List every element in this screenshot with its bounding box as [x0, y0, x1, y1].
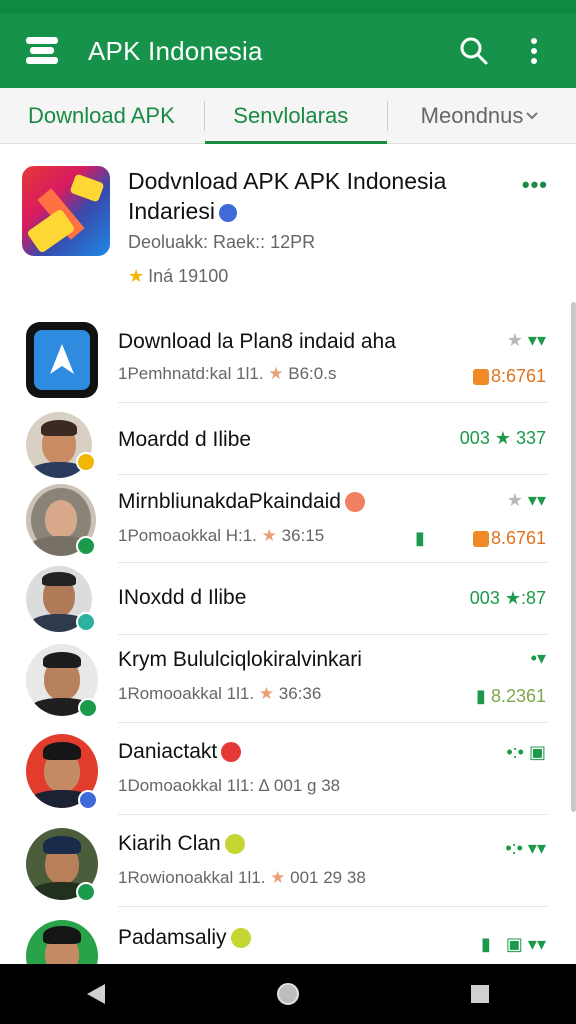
tab-selected[interactable]: Senvlolaras — [205, 88, 388, 144]
avatar-badge — [76, 612, 96, 632]
featured-subtitle: Deoluakk: Raek:: 12PR — [128, 232, 316, 252]
search-icon[interactable] — [452, 29, 496, 73]
item-title: Moardd d Ilibe — [118, 428, 252, 451]
item-title: Krym Bululciqlokiralvinkari — [118, 648, 362, 671]
item-title: INoxdd d Ilibe — [118, 586, 247, 609]
app-bar: APK Indonesia — [0, 14, 576, 88]
tab-label: Meondnus — [420, 102, 524, 128]
star-icon: ★ — [128, 266, 145, 286]
item-subtitle: 1Romooakkal 1l1. ★ 36:36 — [118, 684, 322, 703]
tab-bar: Download APK Senvlolaras Meondnus — [0, 88, 576, 144]
item-action-top: ★ ▾▾ — [506, 490, 546, 510]
item-action-top: •:• ▣ — [506, 742, 546, 762]
tab-label: Senvlolaras — [233, 102, 349, 128]
system-nav-bar — [0, 964, 576, 1024]
item-action-top: 003 ★:87 — [469, 588, 546, 608]
status-bar — [0, 0, 576, 14]
list-item[interactable]: Moardd d Ilibe 003 ★ 337 — [0, 404, 576, 478]
list-item[interactable]: Kiarih Clan 1Rowionoakkal 1l1. ★ 001 29 … — [0, 814, 576, 907]
avatar-badge — [78, 698, 98, 718]
app-icon-phone — [26, 322, 98, 398]
item-subtitle: 1Domoaokkal 1l1: ∆ 001 g 38 — [118, 776, 341, 795]
back-triangle-icon[interactable] — [66, 964, 126, 1024]
emoji-icon — [221, 742, 242, 763]
emoji-icon — [344, 492, 365, 513]
item-title: MirnbliunakdaPkaindaid — [118, 490, 365, 514]
item-title: Padamsaliy — [118, 926, 251, 950]
item-title: Download la Plan8 indaid aha — [118, 330, 396, 353]
emoji-icon — [230, 928, 251, 949]
more-vert-icon[interactable] — [512, 29, 556, 73]
item-subtitle: 1Rowionoakkal 1l1. ★ 001 29 38 — [118, 868, 366, 887]
home-circle-icon[interactable] — [258, 964, 318, 1024]
item-price: ▮ 8.6761 — [415, 528, 546, 548]
list-item[interactable]: MirnbliunakdaPkaindaid 1Pomoaokkal H:1. … — [0, 474, 576, 563]
stack-logo-icon — [24, 33, 60, 69]
list-item[interactable]: Daniactakt 1Domoaokkal 1l1: ∆ 001 g 38 •… — [0, 722, 576, 815]
item-action-top: •:• ▾▾ — [505, 838, 546, 858]
featured-rating: ★ Iná 19100 — [128, 266, 229, 286]
avatar-badge — [76, 536, 96, 556]
list-item[interactable]: Krym Bululciqlokiralvinkari 1Romooakkal … — [0, 634, 576, 723]
row-divider — [118, 402, 548, 403]
emoji-icon — [224, 834, 245, 855]
item-action-top: ▮ ▣ ▾▾ — [481, 934, 546, 954]
featured-app-card[interactable]: Dodvnload APK APK Indonesia Indariesi De… — [0, 144, 576, 304]
scrollbar[interactable] — [571, 302, 576, 812]
tab-label: Download APK — [28, 102, 175, 128]
recents-square-icon[interactable] — [450, 964, 510, 1024]
item-price: 8:6761 — [472, 366, 546, 387]
app-title: APK Indonesia — [88, 35, 263, 66]
app-list: Dodvnload APK APK Indonesia Indariesi De… — [0, 144, 576, 964]
chevron-down-icon — [526, 111, 539, 119]
featured-app-icon — [22, 166, 110, 256]
list-item[interactable]: Padamsaliy ▮ ▣ ▾▾ — [0, 906, 576, 964]
item-title: Daniactakt — [118, 740, 242, 764]
item-action-top: 003 ★ 337 — [459, 428, 546, 448]
item-action-top: ★ ▾▾ — [506, 330, 546, 350]
avatar-badge — [78, 790, 98, 810]
tab-dropdown[interactable]: Meondnus — [388, 88, 576, 144]
item-subtitle: 1Pomoaokkal H:1. ★ 36:15 — [118, 526, 325, 545]
item-subtitle: 1Pemhnatd:kal 1l1. ★ B6:0.s — [118, 364, 337, 383]
featured-title: Dodvnload APK APK Indonesia Indariesi — [128, 168, 447, 224]
verified-icon — [218, 203, 237, 222]
avatar — [26, 920, 98, 964]
item-action-top: •▾ — [530, 648, 546, 668]
list-item[interactable]: Download la Plan8 indaid aha 1Pemhnatd:k… — [0, 314, 576, 404]
list-item[interactable]: INoxdd d Ilibe 003 ★:87 — [0, 562, 576, 635]
item-price: ▮ 8.2361 — [476, 686, 546, 706]
avatar-badge — [76, 882, 96, 902]
tab-download-apk[interactable]: Download APK — [0, 88, 204, 144]
more-options-icon[interactable]: ••• — [522, 172, 548, 198]
item-title: Kiarih Clan — [118, 832, 245, 856]
avatar-badge — [76, 452, 96, 472]
